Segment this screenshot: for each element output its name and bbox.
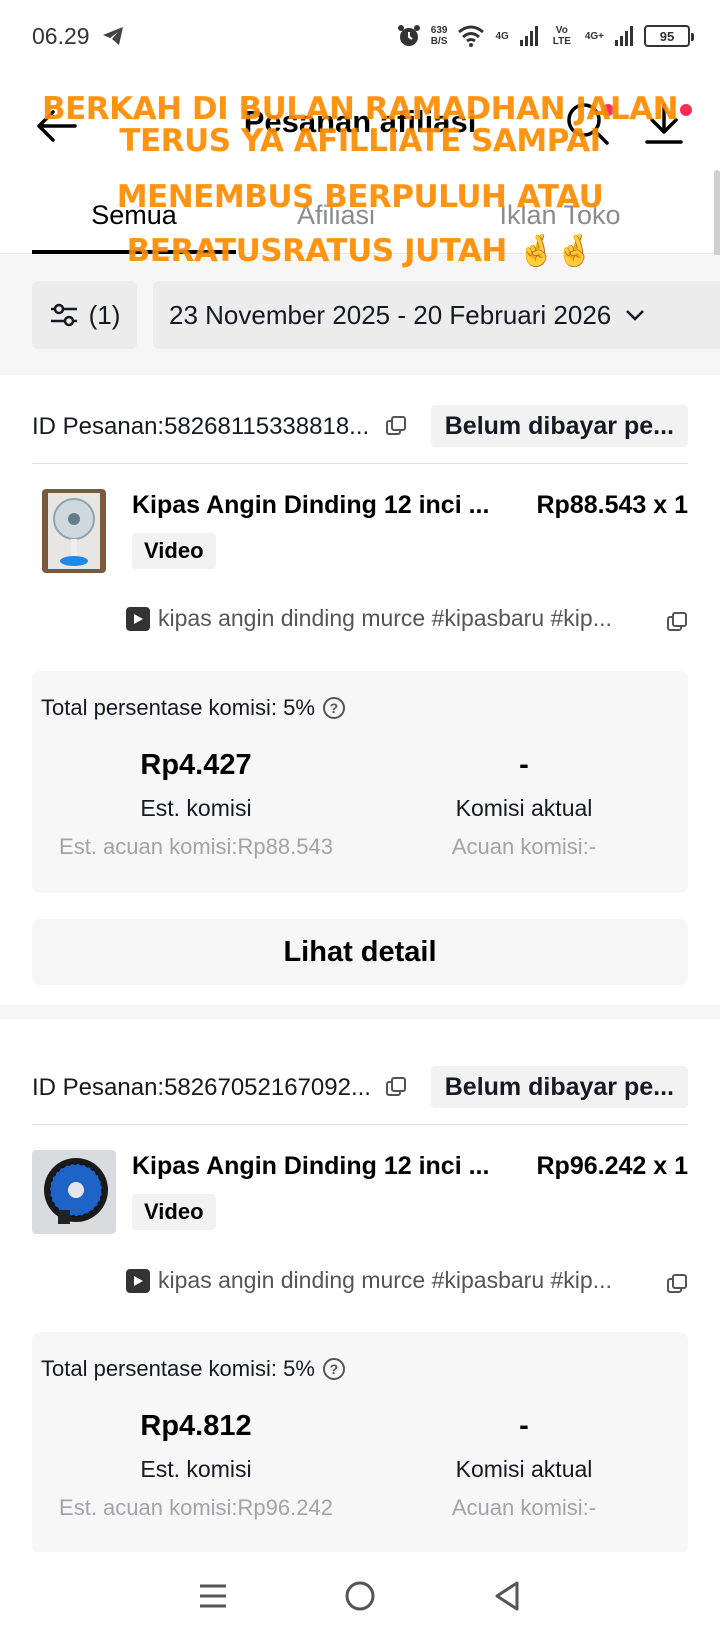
actual-commission-reference: Acuan komisi:-	[451, 834, 597, 859]
date-range-label: 23 November 2025 - 20 Februari 2026	[169, 299, 612, 330]
recent-apps-button[interactable]	[183, 1566, 243, 1626]
actual-commission-reference: Acuan komisi:-	[451, 1495, 597, 1520]
divider	[32, 463, 688, 464]
commission-rate: Total persentase komisi: 5% ?	[41, 695, 345, 721]
section-separator	[0, 1005, 720, 1019]
copy-icon[interactable]	[666, 611, 688, 633]
telegram-icon	[102, 27, 123, 45]
est-commission-reference: Est. acuan komisi:Rp88.543	[59, 834, 333, 859]
commission-summary: Total persentase komisi: 5% ? Rp4.427 Es…	[32, 671, 688, 893]
chevron-down-icon	[626, 310, 645, 321]
product-thumbnail[interactable]	[42, 489, 106, 573]
product-price: Rp96.242 x 1	[536, 1152, 689, 1180]
commission-summary: Total persentase komisi: 5% ? Rp4.812 Es…	[32, 1332, 688, 1554]
play-icon	[126, 606, 150, 631]
order-card: ID Pesanan:58268115338818... Belum dibay…	[0, 375, 720, 1005]
view-detail-button[interactable]: Lihat detail	[32, 919, 688, 985]
volte-label: Vo LTE	[552, 25, 571, 47]
copy-icon[interactable]	[385, 415, 407, 437]
search-button[interactable]	[560, 96, 614, 150]
video-link[interactable]: kipas angin dinding murce #kipasbaru #ki…	[126, 605, 612, 632]
download-button[interactable]	[636, 96, 692, 152]
product-name[interactable]: Kipas Angin Dinding 12 inci ...	[132, 491, 489, 520]
active-tab-indicator	[32, 250, 236, 254]
product-price: Rp88.543 x 1	[536, 491, 689, 519]
notification-dot	[602, 104, 614, 116]
est-commission-reference: Est. acuan komisi:Rp96.242	[59, 1495, 333, 1520]
network-4gplus-label: 4G+	[584, 30, 604, 42]
video-title: kipas angin dinding murce #kipasbaru #ki…	[158, 1267, 612, 1293]
tab-iklan-toko[interactable]: Iklan Toko	[460, 176, 660, 254]
clock: 06.29	[32, 22, 90, 49]
wifi-icon	[458, 25, 485, 47]
system-nav-bar	[0, 1552, 720, 1640]
notification-dot	[680, 104, 692, 116]
battery-indicator: 95	[644, 25, 694, 47]
est-commission-value: Rp4.812	[140, 1410, 252, 1442]
help-icon[interactable]: ?	[322, 1358, 345, 1380]
copy-icon[interactable]	[666, 1273, 688, 1295]
video-title: kipas angin dinding murce #kipasbaru #ki…	[158, 605, 612, 631]
est-commission-column: Rp4.812 Est. komisi Est. acuan komisi:Rp…	[32, 1410, 360, 1521]
copy-icon[interactable]	[385, 1076, 407, 1098]
tab-afiliasi[interactable]: Afiliasi	[236, 176, 436, 254]
status-bar: 06.29 639 B/S 4G Vo LTE 4G+ 95	[0, 0, 720, 72]
tab-bar: Semua Afiliasi Iklan Toko	[0, 176, 720, 254]
date-range-selector[interactable]: 23 November 2025 - 20 Februari 2026	[153, 281, 720, 349]
video-tag: Video	[132, 1194, 216, 1230]
back-nav-button[interactable]	[477, 1566, 537, 1626]
est-commission-value: Rp4.427	[140, 749, 252, 781]
filter-count: (1)	[88, 299, 121, 330]
order-id: ID Pesanan:58268115338818...	[32, 413, 370, 440]
sliders-icon	[50, 303, 77, 327]
actual-commission-label: Komisi aktual	[455, 1456, 593, 1482]
menu-icon	[200, 1584, 227, 1608]
play-icon	[126, 1268, 150, 1293]
filter-bar: (1) 23 November 2025 - 20 Februari 2026	[0, 255, 720, 375]
circle-icon	[345, 1581, 375, 1611]
home-button[interactable]	[330, 1566, 390, 1626]
commission-rate: Total persentase komisi: 5% ?	[41, 1356, 345, 1382]
order-id: ID Pesanan:58267052167092...	[32, 1074, 371, 1101]
est-commission-label: Est. komisi	[140, 1456, 252, 1482]
actual-commission-column: - Komisi aktual Acuan komisi:-	[360, 1410, 688, 1521]
triangle-back-icon	[495, 1581, 519, 1611]
download-icon	[645, 103, 683, 144]
help-icon[interactable]: ?	[322, 697, 345, 719]
est-commission-column: Rp4.427 Est. komisi Est. acuan komisi:Rp…	[32, 749, 360, 860]
video-link[interactable]: kipas angin dinding murce #kipasbaru #ki…	[126, 1267, 612, 1294]
actual-commission-value: -	[519, 1410, 529, 1442]
signal-icon	[519, 26, 538, 46]
product-thumbnail[interactable]	[32, 1150, 116, 1234]
tab-semua[interactable]: Semua	[32, 176, 236, 254]
product-name[interactable]: Kipas Angin Dinding 12 inci ...	[132, 1152, 489, 1181]
filter-button[interactable]: (1)	[32, 281, 137, 349]
actual-commission-column: - Komisi aktual Acuan komisi:-	[360, 749, 688, 860]
actual-commission-label: Komisi aktual	[455, 795, 593, 821]
status-badge: Belum dibayar pe...	[430, 405, 688, 447]
actual-commission-value: -	[519, 749, 529, 781]
est-commission-label: Est. komisi	[140, 795, 252, 821]
order-card: ID Pesanan:58267052167092... Belum dibay…	[0, 1019, 720, 1554]
divider	[32, 1124, 688, 1125]
header: Pesanan afiliasi	[0, 80, 720, 170]
net-speed: 639 B/S	[430, 25, 448, 47]
video-tag: Video	[132, 533, 216, 569]
alarm-icon	[397, 25, 420, 46]
status-badge: Belum dibayar pe...	[430, 1066, 688, 1108]
signal-icon	[615, 26, 633, 46]
network-4g-label: 4G	[495, 30, 509, 42]
